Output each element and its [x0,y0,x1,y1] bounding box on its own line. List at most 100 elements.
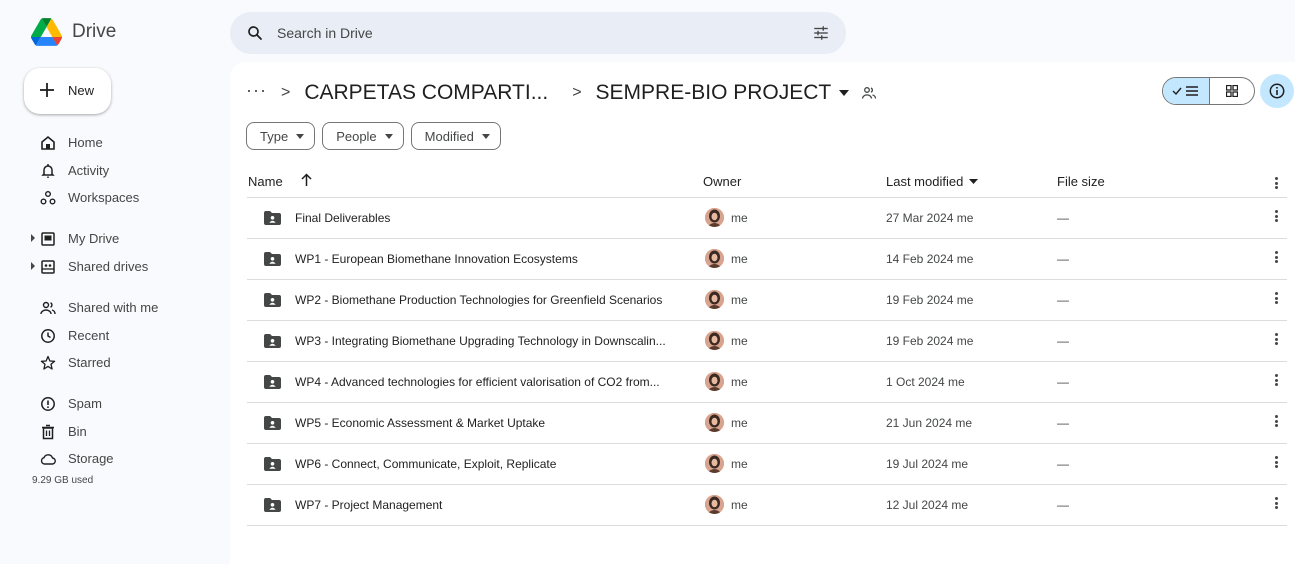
file-name[interactable]: WP6 - Connect, Communicate, Exploit, Rep… [295,457,690,471]
row-more-actions-button[interactable] [1269,497,1283,513]
file-name[interactable]: WP7 - Project Management [295,498,690,512]
sidebar-item-label: Storage [68,451,114,466]
shared-folder-icon [264,211,281,225]
table-row[interactable]: WP4 - Advanced technologies for efficien… [247,362,1287,403]
column-header-name[interactable]: Name [248,174,283,189]
breadcrumb-current-folder[interactable]: SEMPRE-BIO PROJECT [596,81,832,105]
avatar-image [705,290,724,309]
row-more-actions-button[interactable] [1269,456,1283,472]
sidebar-item-storage[interactable]: Storage [30,448,220,470]
breadcrumb-parent-folder[interactable]: CARPETAS COMPARTI... [304,81,548,105]
sidebar-item-recent[interactable]: Recent [30,325,220,347]
details-button[interactable] [1260,74,1294,108]
chip-label: Modified [424,128,474,144]
sidebar-item-spam[interactable]: Spam [30,393,220,415]
people-filter-chip[interactable]: People [322,122,404,150]
row-more-actions-button[interactable] [1269,415,1283,431]
sidebar-item-workspaces[interactable]: Workspaces [30,187,220,209]
file-size: — [1057,211,1069,225]
chip-label: Type [260,128,289,144]
file-size: — [1057,252,1069,266]
sort-ascending-icon[interactable] [301,173,312,186]
search-input[interactable] [277,22,777,44]
breadcrumb-overflow-button[interactable]: ··· [246,80,267,101]
file-size: — [1057,375,1069,389]
owner-name: me [731,252,748,266]
avatar-image [705,331,724,350]
shared-drives-icon [41,260,55,274]
file-name[interactable]: WP5 - Economic Assessment & Market Uptak… [295,416,690,430]
sidebar-item-label: Home [68,135,103,150]
grid-icon [1226,85,1238,97]
file-name[interactable]: WP3 - Integrating Biomethane Upgrading T… [295,334,690,348]
row-more-actions-button[interactable] [1269,210,1283,226]
file-name[interactable]: WP2 - Biomethane Production Technologies… [295,293,690,307]
sidebar-item-my-drive[interactable]: My Drive [30,228,220,250]
table-row[interactable]: WP1 - European Biomethane Innovation Eco… [247,239,1287,280]
type-filter-chip[interactable]: Type [246,122,316,150]
column-header-owner[interactable]: Owner [703,174,741,189]
folder-menu-dropdown-icon[interactable] [839,90,850,96]
sidebar-item-label: Shared with me [68,300,159,315]
grid-view-button[interactable] [1210,78,1254,104]
list-view-button[interactable] [1163,78,1210,104]
owner-avatar [705,249,724,268]
owner-avatar [705,454,724,473]
file-name[interactable]: WP1 - European Biomethane Innovation Eco… [295,252,690,266]
sidebar-item-starred[interactable]: Starred [30,352,220,374]
search-icon[interactable] [246,24,264,42]
more-vert-icon [1269,497,1283,509]
search-bar[interactable] [230,12,846,54]
table-row[interactable]: WP5 - Economic Assessment & Market Uptak… [247,403,1287,444]
expand-arrow-icon[interactable] [30,234,36,242]
last-modified: 19 Feb 2024 me [886,334,974,348]
column-header-file-size[interactable]: File size [1057,174,1105,189]
sidebar-item-label: Bin [68,424,87,439]
expand-arrow-icon[interactable] [30,262,36,270]
table-row[interactable]: WP6 - Connect, Communicate, Exploit, Rep… [247,444,1287,485]
table-row[interactable]: Final Deliverables me 27 Mar 2024 me — [247,198,1287,239]
sidebar-item-label: My Drive [68,231,120,246]
sidebar-item-shared-with-me[interactable]: Shared with me [30,297,220,319]
sidebar-item-label: Spam [68,396,102,411]
table-row[interactable]: WP7 - Project Management me 12 Jul 2024 me… [247,485,1287,526]
drive-logo[interactable]: Drive [31,18,116,46]
search-options-icon[interactable] [812,24,830,42]
table-row[interactable]: WP2 - Biomethane Production Technologies… [247,280,1287,321]
trash-icon [42,424,54,440]
info-icon [1269,83,1285,99]
modified-filter-chip[interactable]: Modified [410,122,501,150]
owner-name: me [731,375,748,389]
sidebar-item-activity[interactable]: Activity [30,160,220,182]
file-size: — [1057,334,1069,348]
more-columns-button[interactable] [1269,177,1283,189]
sort-descending-icon[interactable] [969,179,978,184]
row-more-actions-button[interactable] [1269,333,1283,349]
column-header-last-modified[interactable]: Last modified [886,174,963,189]
checkmark-list-icon [1172,86,1198,96]
dropdown-arrow-icon [384,133,393,139]
last-modified: 27 Mar 2024 me [886,211,974,225]
workspaces-icon [40,191,56,205]
breadcrumb: ··· > CARPETAS COMPARTI... > SEMPRE-BIO … [246,78,877,108]
avatar-image [705,413,724,432]
cloud-icon [40,454,56,465]
drive-logo-icon [31,18,62,46]
owner-avatar [705,208,724,227]
avatar-image [705,208,724,227]
avatar-image [705,372,724,391]
sidebar-item-home[interactable]: Home [30,132,220,154]
sidebar-item-bin[interactable]: Bin [30,421,220,443]
table-row[interactable]: WP3 - Integrating Biomethane Upgrading T… [247,321,1287,362]
shared-folder-icon [264,457,281,471]
sidebar-item-shared-drives[interactable]: Shared drives [30,256,220,278]
new-button[interactable]: New [24,68,111,114]
row-more-actions-button[interactable] [1269,292,1283,308]
file-name[interactable]: WP4 - Advanced technologies for efficien… [295,375,690,389]
file-name[interactable]: Final Deliverables [295,211,690,225]
more-vert-icon [1269,251,1283,263]
row-more-actions-button[interactable] [1269,251,1283,267]
row-more-actions-button[interactable] [1269,374,1283,390]
owner-name: me [731,334,748,348]
more-vert-icon [1269,415,1283,427]
